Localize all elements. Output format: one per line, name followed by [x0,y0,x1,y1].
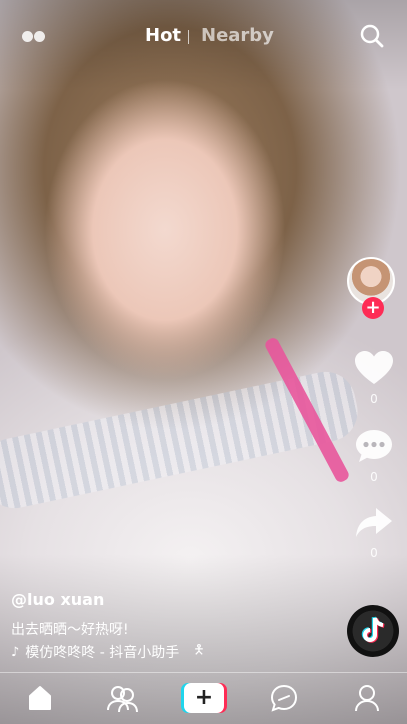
follow-button[interactable]: + [362,297,384,319]
share-arrow-icon [356,508,392,537]
heart-icon [355,351,393,384]
inbox-icon[interactable] [266,682,302,714]
music-disc[interactable] [347,605,399,657]
home-icon[interactable] [22,682,58,714]
post-username[interactable]: @luo xuan [11,590,104,609]
search-icon[interactable] [359,23,385,49]
person-icon: 🯅 [193,643,205,658]
music-note-icon: ♪ [11,644,20,660]
music-title: 模仿咚咚咚 - 抖音小助手 [25,645,180,661]
create-icon: + [181,683,227,713]
music-info[interactable]: ♪ 模仿咚咚咚 - 抖音小助手 🯅 [11,641,205,663]
tab-divider [188,30,189,44]
tab-hot[interactable]: Hot [145,25,181,46]
like-button[interactable]: 0 [348,350,400,406]
post-description: 出去晒晒～好热呀! [11,622,129,638]
live-dots-icon[interactable] [22,31,45,42]
tiktok-logo-icon [361,616,385,643]
comment-count: 0 [370,470,378,484]
friends-icon[interactable] [104,682,140,714]
comment-button[interactable]: 0 [348,428,400,484]
top-bar: Hot Nearby [0,0,407,70]
create-button[interactable]: + [180,682,228,714]
creator-avatar-group: + [347,257,399,319]
profile-icon[interactable] [349,682,385,714]
tab-nearby[interactable]: Nearby [201,25,274,46]
like-count: 0 [370,392,378,406]
comment-icon [356,430,392,462]
bottom-nav: + [0,673,407,724]
share-button[interactable]: 0 [348,506,400,560]
share-count: 0 [370,546,378,560]
